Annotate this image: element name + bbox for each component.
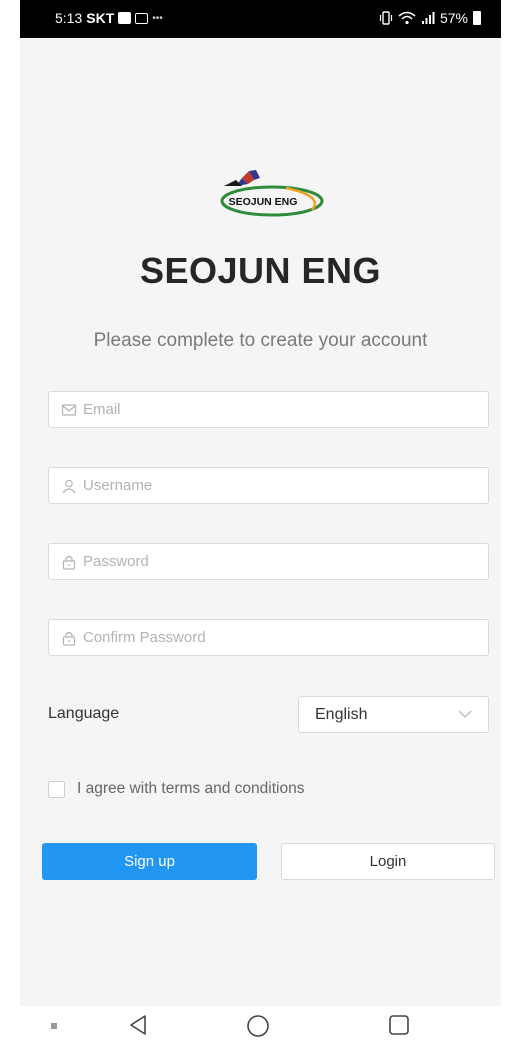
form-subtitle: Please complete to create your account [93,330,428,351]
logo-wordmark: SEOJUN ENG [229,196,298,208]
company-logo: SEOJUN ENG [220,170,324,217]
status-time: 5:13 [55,10,83,26]
username-field[interactable] [48,467,489,504]
password-input[interactable] [83,544,483,579]
agree-label[interactable]: I agree with terms and conditions [77,780,304,798]
status-left: 5:13 SKT ••• [55,10,163,26]
signup-button[interactable]: Sign up [42,843,257,880]
app-title: SEOJUN ENG [139,250,382,291]
status-bar: 5:13 SKT ••• 57% [20,0,501,38]
language-value: English [315,706,368,723]
recents-icon[interactable] [388,1014,410,1036]
app-screen: 5:13 SKT ••• 57% SEOJUN ENG SEOJUN ENG P… [20,0,501,1046]
email-field[interactable] [48,391,489,428]
language-select[interactable]: English [298,696,489,733]
signal-icon [421,12,435,24]
system-nav-bar [20,1006,501,1046]
vibrate-icon [379,11,393,25]
home-icon[interactable] [246,1014,270,1038]
menu-dot-icon[interactable] [50,1022,58,1030]
user-icon [62,479,76,494]
lock-icon [62,555,76,570]
status-carrier: SKT [86,10,115,26]
lock-icon [62,631,76,646]
wifi-icon [398,11,416,25]
message-notification-icon [135,12,149,24]
login-button[interactable]: Login [281,843,495,880]
chevron-down-icon [458,710,472,718]
username-input[interactable] [83,468,483,503]
status-right: 57% [379,10,481,26]
back-icon[interactable] [128,1014,148,1036]
email-input[interactable] [83,392,483,427]
more-notifications-icon: ••• [152,12,163,24]
language-label: Language [48,705,120,722]
battery-percent: 57% [439,10,468,26]
mail-icon [61,404,77,416]
confirm-password-field[interactable] [48,619,489,656]
agree-checkbox[interactable] [48,781,65,798]
password-field[interactable] [48,543,489,580]
battery-icon [473,11,481,25]
confirm-password-input[interactable] [83,620,483,655]
notification-square-icon [118,12,132,24]
